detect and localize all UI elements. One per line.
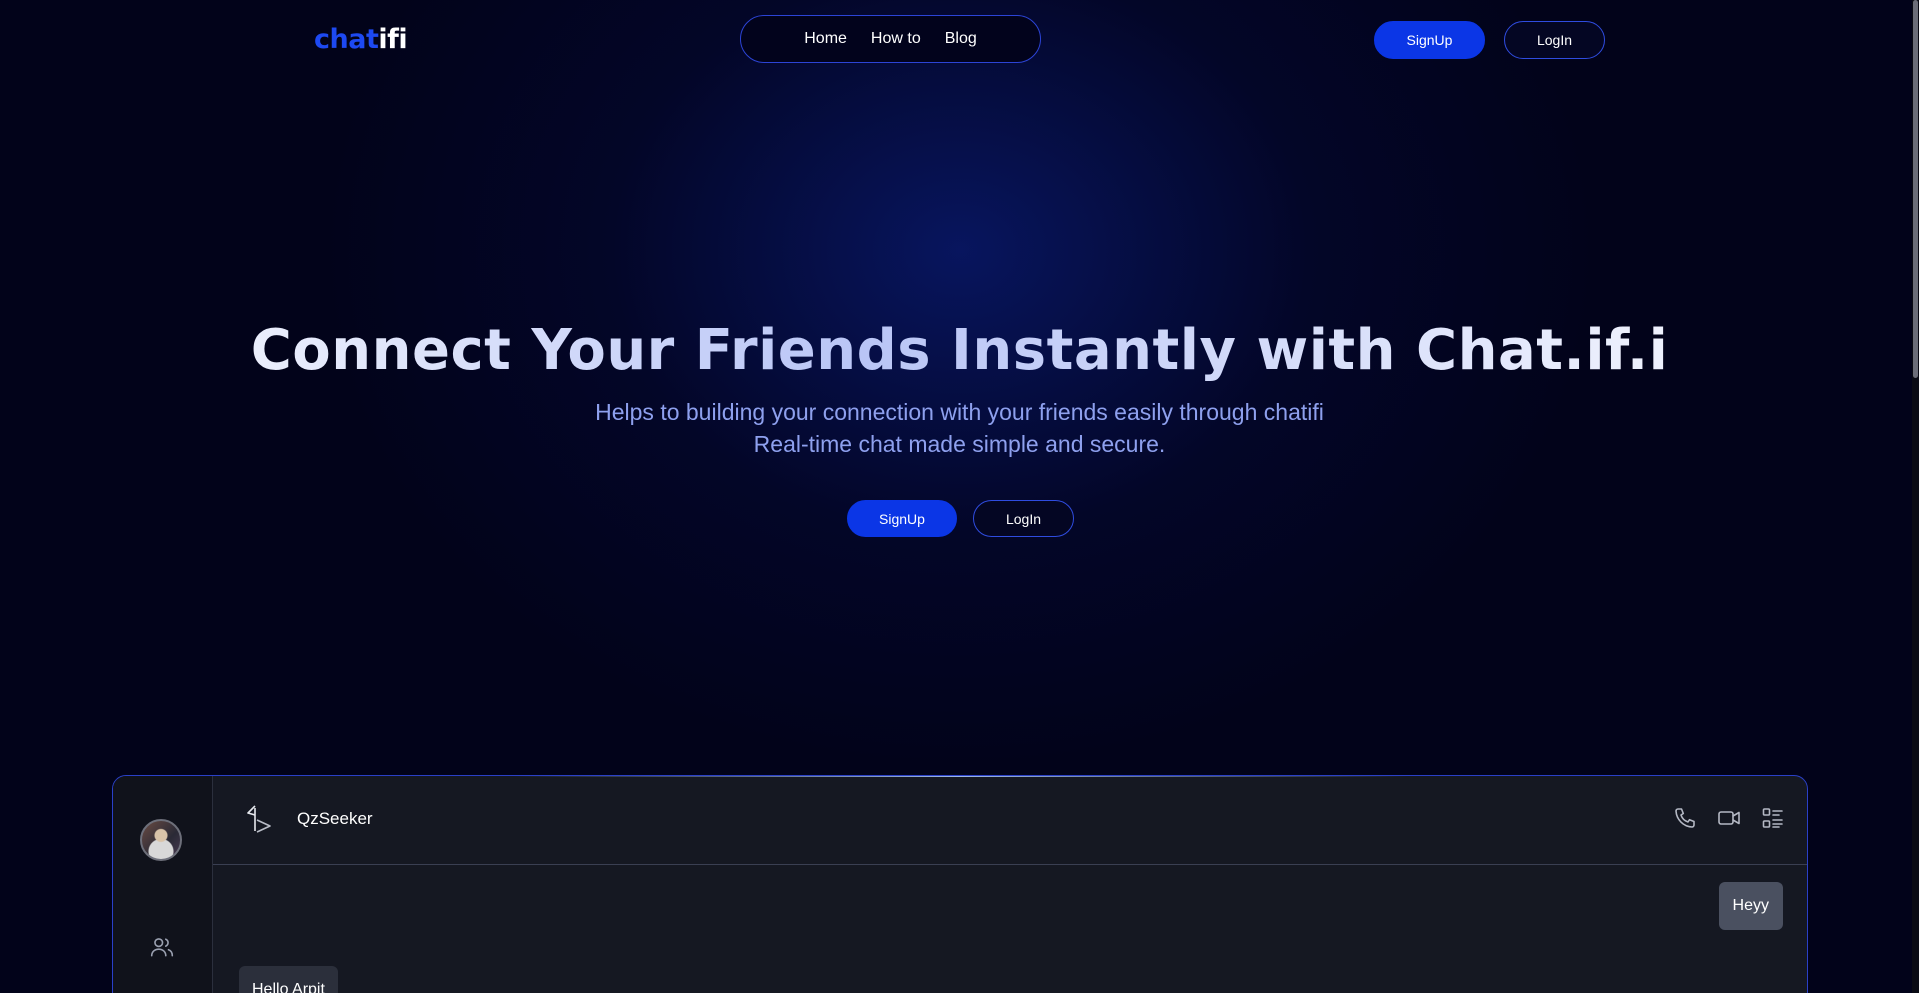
nav-link-home[interactable]: Home bbox=[804, 30, 847, 48]
details-list-icon[interactable] bbox=[1761, 806, 1785, 835]
users-icon[interactable] bbox=[149, 934, 175, 965]
landing-page: chatifi Home How to Blog SignUp LogIn Co… bbox=[0, 0, 1919, 993]
profile-avatar[interactable] bbox=[140, 819, 182, 861]
hero-title: Connect Your Friends Instantly with Chat… bbox=[0, 318, 1919, 383]
logo-text-chat: chat bbox=[314, 24, 379, 55]
chat-preview-window: QzSeeker Heyy Hello Arpit bbox=[112, 775, 1808, 993]
nav-link-blog[interactable]: Blog bbox=[945, 30, 977, 48]
hero-signup-button[interactable]: SignUp bbox=[847, 500, 957, 537]
chat-header: QzSeeker bbox=[213, 776, 1807, 865]
scrollbar-thumb[interactable] bbox=[1913, 0, 1918, 378]
phone-icon[interactable] bbox=[1673, 806, 1697, 835]
hero-login-button[interactable]: LogIn bbox=[973, 500, 1074, 537]
video-icon[interactable] bbox=[1717, 806, 1741, 835]
logo-text-ifi: ifi bbox=[378, 24, 408, 55]
message-outgoing: Heyy bbox=[1718, 882, 1783, 930]
nav-login-button[interactable]: LogIn bbox=[1504, 21, 1605, 59]
contact-name: QzSeeker bbox=[297, 809, 373, 828]
message-incoming: Hello Arpit bbox=[239, 966, 338, 993]
nav-menu: Home How to Blog bbox=[740, 15, 1041, 63]
chat-sidebar-rail bbox=[113, 776, 213, 993]
chatifi-logo[interactable]: chatifi bbox=[314, 24, 408, 55]
hero-subtitle-line2: Real-time chat made simple and secure. bbox=[753, 431, 1166, 457]
contact-logo-icon[interactable] bbox=[245, 804, 273, 839]
page-scrollbar[interactable] bbox=[1912, 0, 1919, 993]
nav-signup-button[interactable]: SignUp bbox=[1374, 21, 1485, 59]
hero-subtitle-line1: Helps to building your connection with y… bbox=[595, 399, 1324, 425]
nav-link-how-to[interactable]: How to bbox=[871, 30, 921, 48]
